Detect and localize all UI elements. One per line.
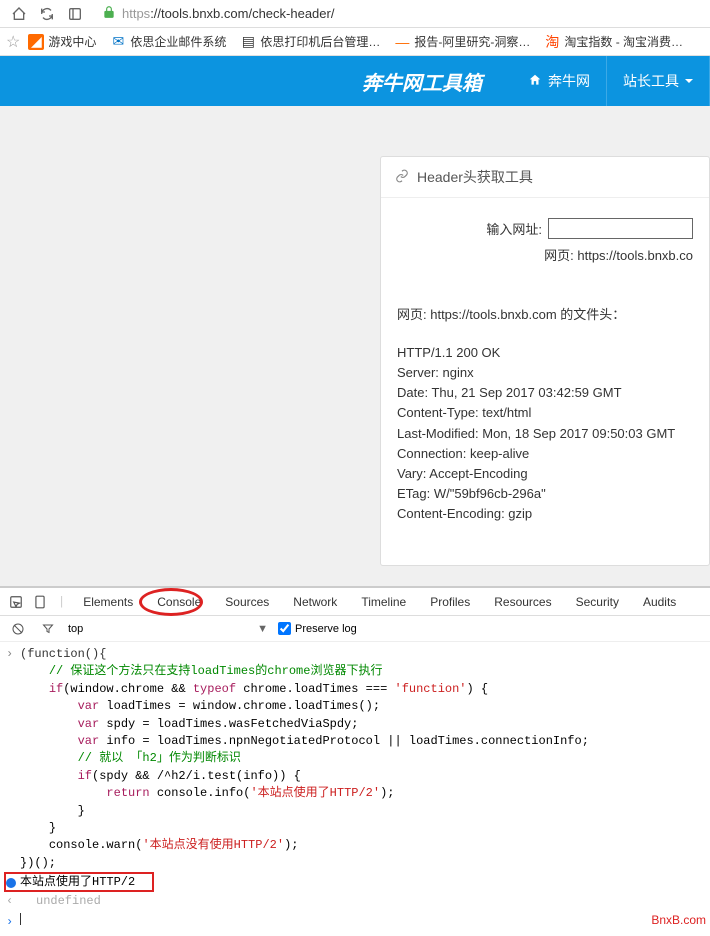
- clear-console-icon[interactable]: [8, 619, 28, 639]
- outlook-icon: ✉: [110, 34, 126, 50]
- panel-title: Header头获取工具: [417, 167, 533, 187]
- console-line: })();: [0, 855, 710, 872]
- panel-body: 输入网址: 网页: https://tools.bnxb.co 网页: http…: [381, 198, 709, 544]
- browser-toolbar: https://tools.bnxb.com/check-header/: [0, 0, 710, 28]
- console-line: return console.info('本站点使用了HTTP/2');: [0, 785, 710, 802]
- bookmark-label: 淘宝指数 - 淘宝消费…: [564, 33, 683, 50]
- console-output: ›(function(){ // 保证这个方法只在支持loadTimes的chr…: [0, 642, 710, 936]
- tab-sources[interactable]: Sources: [215, 591, 279, 613]
- header-line: Connection: keep-alive: [397, 444, 693, 464]
- header-line: Content-Type: text/html: [397, 403, 693, 423]
- bookmark-label: 游戏中心: [48, 33, 96, 50]
- link-icon: [395, 169, 409, 186]
- device-icon[interactable]: [30, 592, 50, 612]
- lock-icon: [102, 5, 116, 22]
- console-line: ‹undefined: [0, 893, 710, 910]
- nav-home[interactable]: 奔牛网: [512, 56, 607, 106]
- tab-resources[interactable]: Resources: [484, 591, 561, 613]
- home-icon: [528, 73, 542, 90]
- info-message: 本站点使用了HTTP/2: [20, 874, 135, 891]
- tab-network[interactable]: Network: [283, 591, 347, 613]
- devtools-tabbar: | Elements Console Sources Network Timel…: [0, 588, 710, 616]
- bookmark-item[interactable]: 淘淘宝指数 - 淘宝消费…: [538, 30, 689, 53]
- devtools-panel: | Elements Console Sources Network Timel…: [0, 586, 710, 936]
- console-line: // 就以 「h2」作为判断标识: [0, 750, 710, 767]
- console-line: }: [0, 820, 710, 837]
- page-icon: ▤: [240, 34, 256, 50]
- header-line: Last-Modified: Mon, 18 Sep 2017 09:50:03…: [397, 424, 693, 444]
- info-icon: [6, 878, 16, 888]
- nav-label: 奔牛网: [548, 71, 590, 91]
- tab-profiles[interactable]: Profiles: [420, 591, 480, 613]
- console-line: ›(function(){: [0, 646, 710, 663]
- console-line: if(window.chrome && typeof chrome.loadTi…: [0, 681, 710, 698]
- console-filterbar: top ▼ Preserve log: [0, 616, 710, 642]
- tab-audits[interactable]: Audits: [633, 591, 686, 613]
- bookmark-label: 依思企业邮件系统: [130, 33, 226, 50]
- tab-console[interactable]: Console: [147, 591, 211, 613]
- content-area: Header头获取工具 输入网址: 网页: https://tools.bnxb…: [0, 106, 710, 586]
- panel-header: Header头获取工具: [381, 157, 709, 198]
- url-input[interactable]: [548, 218, 693, 239]
- taobao-icon: 淘: [544, 34, 560, 50]
- url-preview: 网页: https://tools.bnxb.co: [397, 245, 693, 264]
- preserve-log-checkbox[interactable]: [278, 622, 291, 635]
- header-line: Vary: Accept-Encoding: [397, 464, 693, 484]
- console-line: // 保证这个方法只在支持loadTimes的chrome浏览器下执行: [0, 663, 710, 680]
- console-line: if(spdy && /^h2/i.test(info)) {: [0, 768, 710, 785]
- headers-output: HTTP/1.1 200 OK Server: nginx Date: Thu,…: [397, 343, 693, 524]
- preserve-log-label: Preserve log: [295, 623, 357, 635]
- site-header: 奔牛网工具箱 奔牛网 站长工具: [0, 56, 710, 106]
- nav-label: 站长工具: [623, 71, 679, 91]
- home-icon[interactable]: [8, 3, 30, 25]
- input-label: 输入网址:: [486, 219, 542, 238]
- tab-elements[interactable]: Elements: [73, 591, 143, 613]
- uc-icon: ◢: [28, 34, 44, 50]
- console-line: var spdy = loadTimes.wasFetchedViaSpdy;: [0, 716, 710, 733]
- context-selector[interactable]: top ▼: [68, 623, 268, 635]
- tab-timeline[interactable]: Timeline: [351, 591, 416, 613]
- bookmark-item[interactable]: ▤依思打印机后台管理…: [234, 30, 386, 53]
- header-check-panel: Header头获取工具 输入网址: 网页: https://tools.bnxb…: [380, 156, 710, 566]
- context-value: top: [68, 623, 83, 635]
- result-title: 网页: https://tools.bnxb.com 的文件头：: [397, 304, 693, 323]
- console-info-row: 本站点使用了HTTP/2: [0, 872, 710, 893]
- inspect-icon[interactable]: [6, 592, 26, 612]
- ali-icon: —: [394, 34, 410, 50]
- undefined-return: undefined: [20, 893, 101, 910]
- header-line: Date: Thu, 21 Sep 2017 03:42:59 GMT: [397, 383, 693, 403]
- header-line: HTTP/1.1 200 OK: [397, 343, 693, 363]
- nav-tools[interactable]: 站长工具: [607, 56, 710, 106]
- console-line: console.warn('本站点没有使用HTTP/2');: [0, 837, 710, 854]
- bookmark-label: 依思打印机后台管理…: [260, 33, 380, 50]
- console-prompt[interactable]: ›: [0, 911, 710, 933]
- header-line: ETag: W/"59bf96cb-296a": [397, 484, 693, 504]
- bookmark-item[interactable]: ✉依思企业邮件系统: [104, 30, 232, 53]
- url-text: https://tools.bnxb.com/check-header/: [122, 6, 334, 21]
- bookmark-label: 报告-阿里研究-洞察…: [414, 33, 530, 50]
- console-line: var loadTimes = window.chrome.loadTimes(…: [0, 698, 710, 715]
- tab-security[interactable]: Security: [566, 591, 629, 613]
- console-line: }: [0, 803, 710, 820]
- chevron-down-icon: ▼: [257, 623, 268, 635]
- bookmarks-bar: ☆ ◢游戏中心 ✉依思企业邮件系统 ▤依思打印机后台管理… —报告-阿里研究-洞…: [0, 28, 710, 56]
- bookmark-item[interactable]: —报告-阿里研究-洞察…: [388, 30, 536, 53]
- header-line: Server: nginx: [397, 363, 693, 383]
- address-bar[interactable]: https://tools.bnxb.com/check-header/: [102, 5, 702, 22]
- site-brand: 奔牛网工具箱: [362, 67, 482, 96]
- filter-icon[interactable]: [38, 619, 58, 639]
- bookmark-item[interactable]: ◢游戏中心: [22, 30, 102, 53]
- watermark: BnxB.com: [651, 913, 706, 927]
- header-line: Content-Encoding: gzip: [397, 504, 693, 524]
- reload-icon[interactable]: [36, 3, 58, 25]
- bookmark-star-icon[interactable]: ☆: [6, 32, 20, 52]
- preserve-log-toggle[interactable]: Preserve log: [278, 622, 357, 635]
- url-input-row: 输入网址:: [397, 218, 693, 239]
- new-tab-icon[interactable]: [64, 3, 86, 25]
- console-line: var info = loadTimes.npnNegotiatedProtoc…: [0, 733, 710, 750]
